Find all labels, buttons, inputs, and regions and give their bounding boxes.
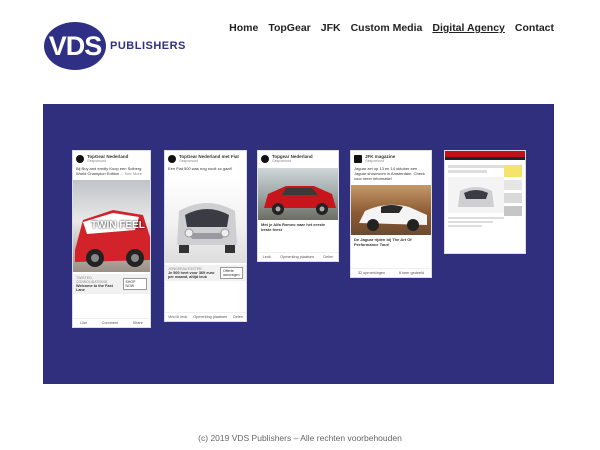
site-car-image	[448, 177, 504, 213]
ad-card-alfa-romeo[interactable]: Topgear Nederland Gesponsord Met je Alfa…	[257, 150, 339, 262]
logo-text: PUBLISHERS	[110, 40, 186, 52]
ad-card-jaguar[interactable]: JFK magazine Gesponsord Jaguar zet op 13…	[350, 150, 432, 278]
post-title: De Jaguar rijden bij The Art Of Performa…	[354, 237, 412, 247]
comment-action[interactable]: Comment	[102, 321, 118, 325]
site-header: VDS PUBLISHERS Home TopGear JFK Custom M…	[0, 0, 600, 80]
post-title: Met je Alfa Romeo naar het eerste beste …	[261, 222, 326, 232]
ad-card-fiat-500[interactable]: TopGear Nederland met Fiat Gesponsord Ee…	[164, 150, 247, 322]
fiat-car-image	[165, 175, 246, 263]
comments-count[interactable]: 32 opmerkingen	[358, 271, 385, 275]
card-header: Topgear Nederland Gesponsord	[258, 151, 338, 166]
main-nav: Home TopGear JFK Custom Media Digital Ag…	[229, 22, 554, 34]
site-menubar	[445, 157, 525, 160]
site-content	[448, 165, 504, 245]
page-avatar	[76, 154, 84, 163]
sponsored-label: Gesponsord	[365, 159, 385, 163]
video-overlay-text: TWIN FEEL	[91, 220, 145, 231]
post-actions: Vind ik leuk Opmerking plaatsen Delen	[165, 312, 246, 321]
post-text: Een Fiat 500 was nog nooit zo gaaf!	[168, 166, 232, 171]
page-avatar	[168, 154, 176, 163]
nav-topgear[interactable]: TopGear	[268, 22, 310, 34]
site-sidebar	[504, 165, 522, 216]
site-logo[interactable]: VDS PUBLISHERS	[44, 22, 186, 70]
shop-now-button[interactable]: SHOP NOW	[122, 278, 147, 290]
card-header: TopGear Nederland Gesponsord	[73, 151, 150, 166]
nav-custom-media[interactable]: Custom Media	[351, 22, 423, 34]
request-quote-button[interactable]: Offerte aanvragen	[220, 267, 243, 279]
jaguar-car-image	[351, 185, 431, 235]
page-avatar	[354, 154, 362, 163]
post-actions: Leuk Opmerking plaatsen Delen	[258, 252, 338, 261]
alfa-romeo-image	[258, 168, 338, 220]
logo-mark: VDS	[44, 22, 106, 70]
post-text: Jaguar zet op 13 en 14 oktober een Jagua…	[354, 166, 425, 181]
cta-title: Je 500 heet voor 369 euro per maand, alt…	[168, 271, 215, 279]
nav-jfk[interactable]: JFK	[321, 22, 341, 34]
post-actions: Like Comment Share	[73, 318, 150, 327]
sponsored-label: Gesponsord	[272, 159, 292, 163]
like-action[interactable]: Vind ik leuk	[168, 315, 187, 319]
like-action[interactable]: Like	[80, 321, 87, 325]
cta-bar: JONGERAUTOSTER Je 500 heet voor 369 euro…	[165, 265, 246, 281]
nav-digital-agency[interactable]: Digital Agency	[432, 22, 505, 34]
rally-car-image: TWIN FEEL	[73, 180, 150, 272]
comment-action[interactable]: Opmerking plaatsen	[193, 315, 227, 319]
cta-bar: TWISTED, CONSOLIDATIONS Welcome to the F…	[73, 274, 150, 294]
card-header: TopGear Nederland met Fiat Gesponsord	[165, 151, 246, 166]
cta-title: Welcome to the Fast Lane	[76, 284, 113, 292]
share-action[interactable]: Delen	[323, 255, 333, 259]
ad-card-topgear-rally[interactable]: TopGear Nederland Gesponsord Bij Buy and…	[72, 150, 151, 328]
shares-count[interactable]: 6 keer gedeeld	[399, 271, 424, 275]
nav-home[interactable]: Home	[229, 22, 258, 34]
like-action[interactable]: Leuk	[263, 255, 271, 259]
sponsored-label: Gesponsord	[179, 159, 199, 163]
sponsored-label: Gesponsord	[87, 159, 107, 163]
portfolio-showcase: TopGear Nederland Gesponsord Bij Buy and…	[43, 104, 554, 384]
nav-contact[interactable]: Contact	[515, 22, 554, 34]
page-avatar	[261, 154, 269, 163]
copyright: (c) 2019 VDS Publishers – Alle rechten v…	[198, 433, 402, 443]
website-thumbnail[interactable]	[444, 150, 526, 254]
post-actions: 32 opmerkingen 6 keer gedeeld	[351, 268, 431, 277]
cta-site: TWISTED, CONSOLIDATIONS	[76, 276, 108, 284]
card-header: JFK magazine Gesponsord	[351, 151, 431, 166]
share-action[interactable]: Share	[133, 321, 143, 325]
share-action[interactable]: Delen	[233, 315, 243, 319]
post-text: Bij Buy and erndly Koop een Solberg Worl…	[76, 166, 142, 176]
comment-action[interactable]: Opmerking plaatsen	[280, 255, 314, 259]
